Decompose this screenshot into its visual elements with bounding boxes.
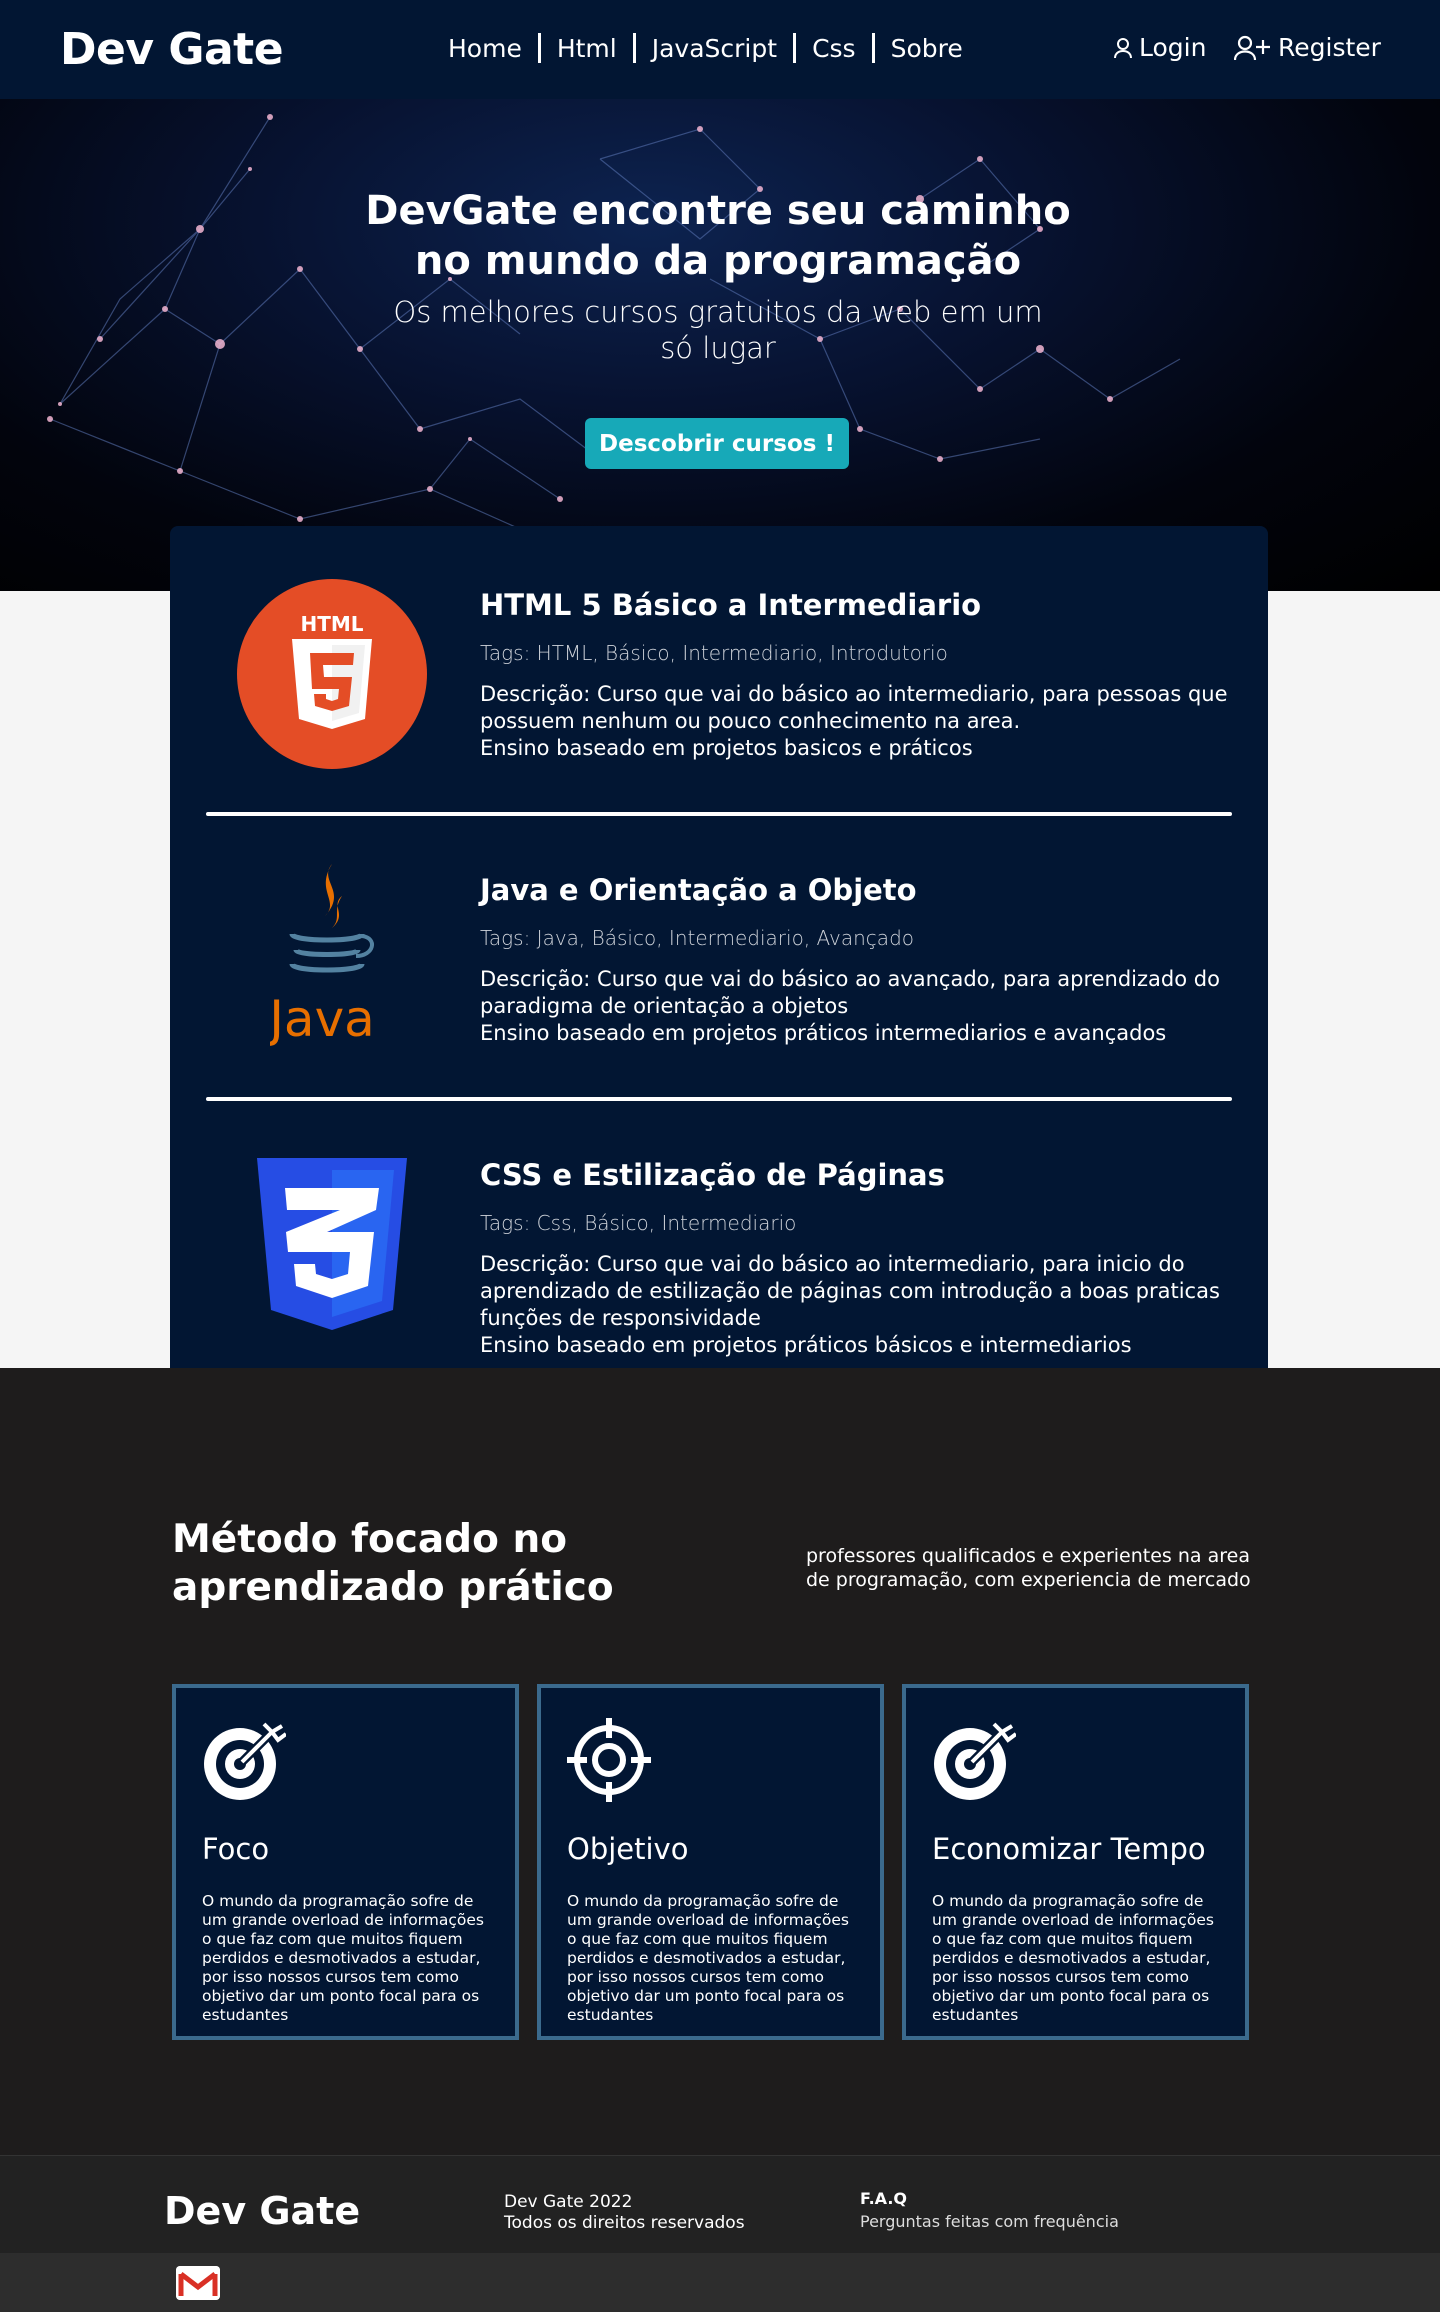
footer-bottom-bar [0, 2253, 1440, 2312]
course-title: Java e Orientação a Objeto [480, 873, 917, 907]
course-description: Descrição: Curso que vai do básico ao av… [480, 966, 1240, 1047]
hero-subtitle: Os melhores cursos gratuitos da web em u… [0, 294, 1436, 366]
target-arrow-icon [934, 1722, 1016, 1800]
user-icon [1114, 37, 1132, 58]
course-tags: Tags: Java, Básico, Intermediario, Avanç… [480, 926, 914, 950]
user-plus-icon [1234, 35, 1270, 60]
course-item-css[interactable]: CSS e Estilização de Páginas Tags: Css, … [170, 1101, 1268, 1411]
footer-copyright-line: Dev Gate 2022 [504, 2192, 633, 2212]
feature-card-foco: Foco O mundo da programação sofre de um … [172, 1684, 519, 2040]
course-description-line: possuem nenhum ou pouco conhecimento na … [480, 709, 1021, 733]
feature-card-objetivo: Objetivo O mundo da programação sofre de… [537, 1684, 884, 2040]
card-title: Economizar Tempo [932, 1832, 1206, 1866]
nav-link-sobre[interactable]: Sobre [891, 34, 963, 63]
card-text: O mundo da programação sofre de um grand… [932, 1892, 1214, 2024]
course-tags: Tags: HTML, Básico, Intermediario, Intro… [480, 641, 948, 665]
target-arrow-icon [204, 1722, 286, 1800]
footer-copyright: Dev Gate 2022 Todos os direitos reservad… [504, 2192, 745, 2234]
courses-panel: HTML HTML 5 Básico a Intermediario Tags:… [170, 526, 1268, 1411]
crosshair-icon [567, 1718, 651, 1802]
method-side-text: professores qualificados e experientes n… [806, 1544, 1251, 1592]
method-title-line: aprendizado prático [172, 1565, 614, 1610]
course-description-line: funções de responsividade [480, 1306, 761, 1330]
footer: Dev Gate Dev Gate 2022 Todos os direitos… [0, 2155, 1440, 2253]
hero-title-line: DevGate encontre seu caminho [365, 188, 1071, 234]
course-description-line: Descrição: Curso que vai do básico ao in… [480, 682, 1228, 706]
card-title: Objetivo [567, 1832, 689, 1866]
hero-subtitle-line: só lugar [660, 331, 776, 365]
css3-logo-icon [257, 1158, 407, 1330]
course-item-html[interactable]: HTML HTML 5 Básico a Intermediario Tags:… [170, 526, 1268, 816]
nav-separator [537, 33, 541, 63]
course-description-line: Ensino baseado em projetos práticos inte… [480, 1021, 1167, 1045]
faq-link[interactable]: Perguntas feitas com frequência [860, 2212, 1119, 2231]
course-description-line: Descrição: Curso que vai do básico ao av… [480, 967, 1220, 991]
course-description: Descrição: Curso que vai do básico ao in… [480, 681, 1240, 762]
footer-brand[interactable]: Dev Gate [164, 2189, 360, 2233]
nav-separator [871, 33, 875, 63]
method-title: Método focado no aprendizado prático [172, 1516, 614, 1612]
course-description-line: aprendizado de estilização de páginas co… [480, 1279, 1220, 1303]
hero-title-line: no mundo da programação [414, 238, 1022, 284]
nav-link-html[interactable]: Html [557, 34, 617, 63]
main-nav: Home Html JavaScript Css Sobre [448, 33, 963, 63]
hero-section: DevGate encontre seu caminho no mundo da… [0, 99, 1440, 591]
course-description-line: Ensino baseado em projetos práticos bási… [480, 1333, 1132, 1357]
card-title: Foco [202, 1832, 270, 1866]
course-description-line: Ensino baseado em projetos basicos e prá… [480, 736, 973, 760]
svg-text:HTML: HTML [300, 612, 363, 636]
faq-title[interactable]: F.A.Q [860, 2189, 907, 2208]
method-side-line: de programação, com experiencia de merca… [806, 1569, 1251, 1591]
course-tags: Tags: Css, Básico, Intermediario [480, 1211, 797, 1235]
card-text: O mundo da programação sofre de um grand… [567, 1892, 849, 2024]
discover-courses-button[interactable]: Descobrir cursos ! [585, 418, 849, 469]
nav-link-javascript[interactable]: JavaScript [652, 34, 777, 63]
login-link[interactable]: Login [1113, 33, 1206, 62]
course-description-line: paradigma de orientação a objetos [480, 994, 849, 1018]
register-link[interactable]: Register [1234, 33, 1381, 62]
brand-logo[interactable]: Dev Gate [60, 24, 284, 75]
navbar: Dev Gate Home Html JavaScript Css Sobre … [0, 0, 1440, 99]
html5-logo-icon: HTML [237, 579, 427, 769]
nav-separator [793, 33, 797, 63]
course-title: HTML 5 Básico a Intermediario [480, 588, 982, 622]
course-item-java[interactable]: Java Java e Orientação a Objeto Tags: Ja… [170, 816, 1268, 1101]
register-label: Register [1278, 33, 1381, 62]
course-title: CSS e Estilização de Páginas [480, 1158, 945, 1192]
footer-copyright-line: Todos os direitos reservados [504, 2213, 745, 2233]
course-description-line: Descrição: Curso que vai do básico ao in… [480, 1252, 1185, 1276]
gmail-icon[interactable] [176, 2266, 220, 2300]
nav-separator [632, 33, 636, 63]
feature-card-economizar-tempo: Economizar Tempo O mundo da programação … [902, 1684, 1249, 2040]
java-logo-text: Java [270, 990, 375, 1046]
hero-subtitle-line: Os melhores cursos gratuitos da web em u… [393, 295, 1043, 329]
nav-link-css[interactable]: Css [812, 34, 856, 63]
course-description: Descrição: Curso que vai do básico ao in… [480, 1251, 1240, 1359]
hero-title: DevGate encontre seu caminho no mundo da… [0, 186, 1436, 286]
card-text: O mundo da programação sofre de um grand… [202, 1892, 484, 2024]
java-logo-icon: Java [270, 864, 375, 1046]
method-title-line: Método focado no [172, 1517, 568, 1562]
method-side-line: professores qualificados e experientes n… [806, 1545, 1250, 1567]
method-section: Método focado no aprendizado prático pro… [0, 1368, 1440, 2155]
nav-link-home[interactable]: Home [448, 34, 522, 63]
login-label: Login [1139, 33, 1207, 62]
